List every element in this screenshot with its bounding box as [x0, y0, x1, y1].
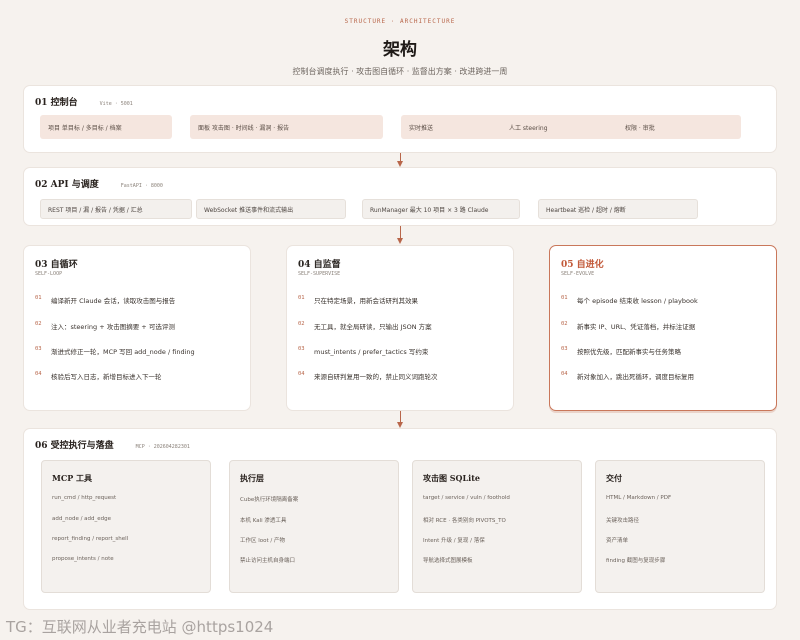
console-panels-pill: 面板 攻击图 · 时间线 · 漏洞 · 报告 — [190, 115, 383, 139]
arrow-02-loops — [397, 226, 403, 244]
api-heartbeat-pill: Heartbeat 巡检 / 超时 / 熔断 — [538, 199, 698, 219]
section-console: 01 控制台 Vite · 5001 项目 单目标 / 多目标 / 档案 面板 … — [23, 85, 777, 153]
self-loop-step: 04 核验后写入日志，新增目标进入下一轮 — [35, 371, 162, 381]
tool-execution-layer: 执行层 Cube执行环境隔离备案 本机 Kali 渗透工具 工作区 loot /… — [229, 460, 399, 593]
section-self-loop: 03 自循环 SELF-LOOP 01 编译新开 Claude 会话，读取攻击图与… — [23, 245, 251, 411]
page-subtitle: 控制台调度执行 · 攻击图自循环 · 监督出方案 · 改进跨进一周 — [292, 67, 508, 76]
api-runmanager-pill: RunManager 最大 10 项目 × 3 路 Claude — [362, 199, 520, 219]
self-supervise-title: 04 自监督 — [298, 260, 341, 270]
console-realtime-pill: 实时推送 人工 steering 权限 · 审批 — [401, 115, 741, 139]
section-self-supervise: 04 自监督 SELF-SUPERVISE 01 只在特定场景，用新会话研判其效果… — [286, 245, 514, 411]
approval-label: 权限 · 审批 — [625, 124, 655, 132]
self-loop-step: 01 编译新开 Claude 会话，读取攻击图与报告 — [35, 295, 176, 305]
self-evolve-title: 05 自进化 — [561, 260, 604, 270]
self-loop-tag: SELF-LOOP — [35, 271, 63, 277]
section-api-tag: FastAPI · 8000 — [120, 183, 163, 189]
self-supervise-step: 03 must_intents / prefer_tactics 写约束 — [298, 346, 429, 356]
section-console-head: 01 控制台 Vite · 5001 — [35, 95, 133, 108]
steering-label: 人工 steering — [509, 124, 548, 132]
section-console-tag: Vite · 5001 — [99, 101, 133, 107]
section-execution-head: 06 受控执行与落盘 MCP · 202604282301 — [35, 438, 190, 451]
tool-mcp: MCP 工具 run_cmd / http_request add_node /… — [41, 460, 211, 593]
self-loop-title: 03 自循环 — [35, 260, 78, 270]
realtime-label: 实时推送 — [409, 124, 434, 132]
section-execution-title: 06 受控执行与落盘 — [35, 441, 114, 451]
page-title: 架构 — [383, 40, 417, 60]
tool-attack-graph: 攻击图 SQLite target / service / vuln / foo… — [412, 460, 582, 593]
self-supervise-step: 01 只在特定场景，用新会话研判其效果 — [298, 295, 418, 305]
self-supervise-tag: SELF-SUPERVISE — [298, 271, 341, 277]
tool-delivery: 交付 HTML / Markdown / PDF 关键攻击路径 资产清单 fin… — [595, 460, 765, 593]
self-loop-step: 03 渐进式修正一轮，MCP 写回 add_node / finding — [35, 346, 195, 356]
api-rest-pill: REST 项目 / 漏 / 报告 / 凭据 / 汇总 — [40, 199, 192, 219]
self-evolve-step: 04 新对象加入，跳出死循环，调度目标复用 — [561, 371, 694, 381]
watermark-footer: TG：互联网从业者充电站 @https1024 — [6, 618, 274, 636]
api-websocket-pill: WebSocket 推送事件和流式输出 — [196, 199, 346, 219]
section-api-head: 02 API 与调度 FastAPI · 8000 — [35, 177, 163, 190]
page-header: STRUCTURE · ARCHITECTURE 架构 控制台调度执行 · 攻击… — [0, 18, 800, 77]
arrow-01-02 — [397, 153, 403, 167]
self-supervise-step: 04 来源自研判复用一致的，禁止同义词跑轮次 — [298, 371, 438, 381]
self-evolve-step: 03 按照优先级，匹配新事实与任务策略 — [561, 346, 681, 356]
section-self-evolve: 05 自进化 SELF-EVOLVE 01 每个 episode 结束收 less… — [549, 245, 777, 411]
section-console-title: 01 控制台 — [35, 98, 78, 108]
self-evolve-step: 01 每个 episode 结束收 lesson / playbook — [561, 295, 698, 305]
section-api: 02 API 与调度 FastAPI · 8000 REST 项目 / 漏 / … — [23, 167, 777, 226]
self-supervise-step: 02 无工具，就全局研读，只输出 JSON 方案 — [298, 321, 432, 331]
self-evolve-step: 02 新事实 IP、URL、凭证落档，并标注证据 — [561, 321, 696, 331]
page-eyebrow: STRUCTURE · ARCHITECTURE — [344, 18, 456, 25]
arrow-loops-06 — [397, 411, 403, 428]
section-execution-tag: MCP · 202604282301 — [135, 444, 190, 450]
self-loop-step: 02 注入：steering + 攻击图摘要 + 可选评测 — [35, 321, 175, 331]
section-api-title: 02 API 与调度 — [35, 180, 99, 190]
console-projects-pill: 项目 单目标 / 多目标 / 档案 — [40, 115, 172, 139]
self-evolve-tag: SELF-EVOLVE — [561, 271, 595, 277]
section-execution: 06 受控执行与落盘 MCP · 202604282301 MCP 工具 run… — [23, 428, 777, 610]
